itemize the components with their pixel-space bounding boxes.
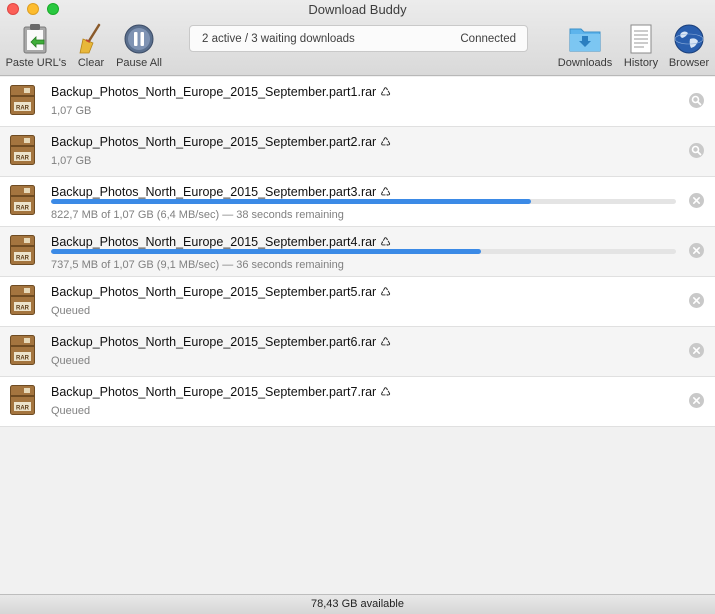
cancel-download-button[interactable] [689, 343, 704, 358]
history-button[interactable]: History [619, 22, 663, 72]
reveal-file-button[interactable] [689, 143, 704, 158]
file-name: Backup_Photos_North_Europe_2015_Septembe… [51, 185, 377, 199]
recycle-icon: ♺ [380, 185, 391, 199]
clear-label: Clear [77, 57, 105, 69]
file-name: Backup_Photos_North_Europe_2015_Septembe… [51, 235, 377, 249]
svg-text:RAR: RAR [16, 356, 30, 362]
download-detail: Queued [51, 305, 91, 317]
download-summary: 2 active / 3 waiting downloads [202, 33, 355, 45]
progress-fill [51, 199, 531, 204]
browser-button[interactable]: Browser [667, 22, 711, 72]
download-row[interactable]: RAR Backup_Photos_North_Europe_2015_Sept… [0, 377, 715, 427]
window-title: Download Buddy [308, 2, 407, 17]
clipboard-icon [23, 24, 47, 54]
recycle-icon: ♺ [380, 235, 391, 249]
download-row[interactable]: RAR Backup_Photos_North_Europe_2015_Sept… [0, 277, 715, 327]
magnifier-icon [691, 145, 702, 156]
download-detail: Queued [51, 405, 91, 417]
svg-text:RAR: RAR [16, 306, 30, 312]
download-detail: 737,5 MB of 1,07 GB (9,1 MB/sec) — 36 se… [51, 259, 344, 271]
cancel-icon [693, 247, 700, 254]
download-row[interactable]: RAR Backup_Photos_North_Europe_2015_Sept… [0, 77, 715, 127]
download-row[interactable]: RAR Backup_Photos_North_Europe_2015_Sept… [0, 227, 715, 277]
rar-archive-icon: RAR [10, 285, 35, 315]
rar-archive-icon: RAR [10, 85, 35, 115]
rar-archive-icon: RAR [10, 235, 35, 265]
status-display: 2 active / 3 waiting downloads Connected [189, 25, 528, 52]
file-name: Backup_Photos_North_Europe_2015_Septembe… [51, 85, 377, 99]
svg-text:RAR: RAR [16, 406, 30, 412]
paste-urls-button[interactable]: Paste URL's [4, 22, 68, 72]
cancel-download-button[interactable] [689, 293, 704, 308]
window-titlebar: Download Buddy Paste URL's Clear Pause A… [0, 0, 715, 76]
pause-icon [124, 24, 154, 54]
download-row[interactable]: RAR Backup_Photos_North_Europe_2015_Sept… [0, 177, 715, 227]
downloads-label: Downloads [557, 57, 613, 69]
cancel-download-button[interactable] [689, 393, 704, 408]
recycle-icon: ♺ [380, 285, 391, 299]
rar-archive-icon: RAR [10, 135, 35, 165]
history-label: History [623, 57, 659, 69]
cancel-icon [693, 197, 700, 204]
download-detail: Queued [51, 355, 91, 367]
browser-label: Browser [668, 57, 710, 69]
file-name: Backup_Photos_North_Europe_2015_Septembe… [51, 385, 377, 399]
cancel-download-button[interactable] [689, 243, 704, 258]
download-detail: 822,7 MB of 1,07 GB (6,4 MB/sec) — 38 se… [51, 209, 344, 221]
cancel-icon [693, 397, 700, 404]
broom-icon [79, 23, 101, 54]
rar-archive-icon: RAR [10, 335, 35, 365]
file-name: Backup_Photos_North_Europe_2015_Septembe… [51, 135, 377, 149]
downloads-folder-icon [569, 28, 601, 52]
rar-archive-icon: RAR [10, 185, 35, 215]
svg-text:RAR: RAR [16, 206, 30, 212]
download-detail: 1,07 GB [51, 155, 92, 167]
svg-text:RAR: RAR [16, 106, 30, 112]
download-detail: 1,07 GB [51, 105, 92, 117]
recycle-icon: ♺ [380, 335, 391, 349]
connection-status: Connected [460, 33, 516, 45]
recycle-icon: ♺ [380, 385, 391, 399]
recycle-icon: ♺ [380, 135, 391, 149]
available-space: 78,43 GB available [311, 598, 404, 610]
progress-bar [51, 249, 676, 254]
download-list: RAR Backup_Photos_North_Europe_2015_Sept… [0, 77, 715, 427]
download-row[interactable]: RAR Backup_Photos_North_Europe_2015_Sept… [0, 327, 715, 377]
svg-text:RAR: RAR [16, 156, 30, 162]
paste-urls-label: Paste URL's [5, 57, 67, 69]
download-row[interactable]: RAR Backup_Photos_North_Europe_2015_Sept… [0, 127, 715, 177]
cancel-icon [693, 297, 700, 304]
rar-archive-icon: RAR [10, 385, 35, 415]
reveal-file-button[interactable] [689, 93, 704, 108]
recycle-icon: ♺ [380, 85, 391, 99]
clear-button[interactable]: Clear [74, 22, 108, 72]
progress-bar [51, 199, 676, 204]
file-name: Backup_Photos_North_Europe_2015_Septembe… [51, 335, 377, 349]
file-name: Backup_Photos_North_Europe_2015_Septembe… [51, 285, 377, 299]
globe-icon [674, 24, 704, 54]
magnifier-icon [691, 95, 702, 106]
progress-fill [51, 249, 481, 254]
downloads-button[interactable]: Downloads [555, 22, 615, 72]
cancel-icon [693, 347, 700, 354]
status-bar: 78,43 GB available [0, 594, 715, 614]
pause-all-label: Pause All [116, 57, 162, 69]
svg-text:RAR: RAR [16, 256, 30, 262]
pause-all-button[interactable]: Pause All [113, 22, 165, 72]
cancel-download-button[interactable] [689, 193, 704, 208]
document-list-icon [630, 24, 652, 54]
